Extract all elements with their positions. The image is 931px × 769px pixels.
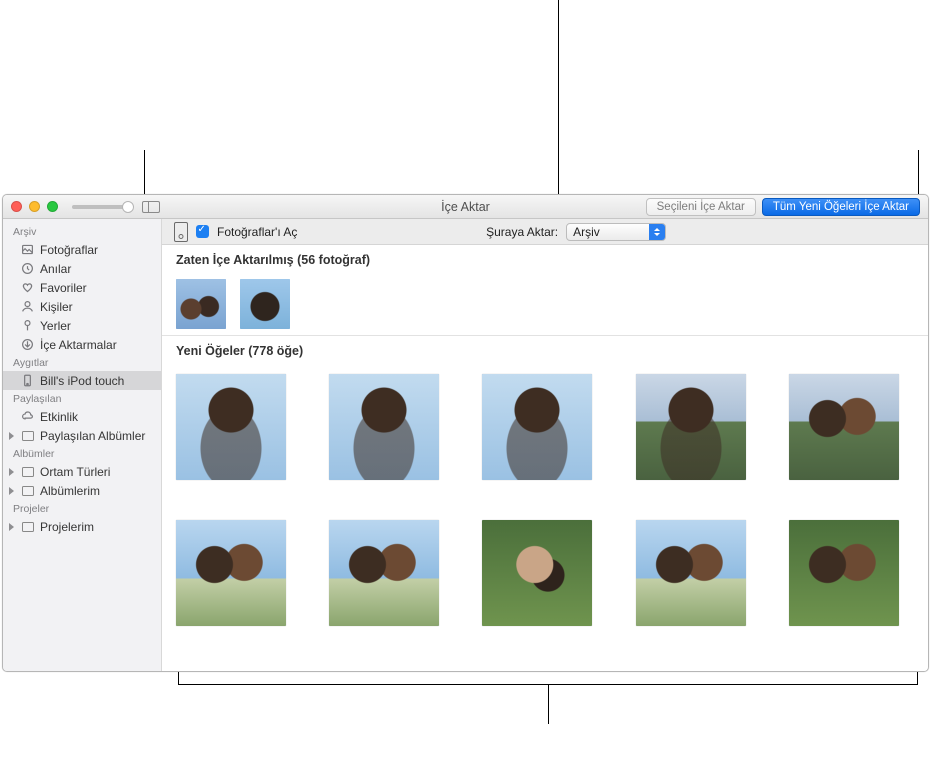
photos-icon [21, 243, 34, 256]
new-item-thumbnail[interactable] [329, 374, 439, 480]
sidebar-item-label: Paylaşılan Albümler [40, 429, 145, 443]
callout-line-bottom-c [548, 684, 549, 724]
album-rect-icon [22, 522, 34, 532]
import-destination-value: Arşiv [573, 225, 600, 239]
sidebar-item-favorites[interactable]: Favoriler [3, 278, 161, 297]
import-selected-button[interactable]: Seçileni İçe Aktar [646, 198, 756, 216]
main-content: Fotoğraflar'ı Aç Şuraya Aktar: Arşiv Zat… [162, 219, 928, 671]
sidebar-group-shared: Paylaşılan [3, 390, 161, 407]
import-to-label: Şuraya Aktar: [486, 225, 558, 239]
sidebar-item-photos[interactable]: Fotoğraflar [3, 240, 161, 259]
import-destination-select[interactable]: Arşiv [566, 223, 666, 241]
new-item-thumbnail[interactable] [329, 520, 439, 626]
sidebar-item-people[interactable]: Kişiler [3, 297, 161, 316]
sidebar-item-label: Anılar [40, 262, 71, 276]
sidebar-item-label: Fotoğraflar [40, 243, 98, 257]
sidebar-item-device[interactable]: Bill's iPod touch [3, 371, 161, 390]
sidebar-item-label: Albümlerim [40, 484, 100, 498]
import-selected-label: Seçileni İçe Aktar [657, 201, 745, 213]
new-item-thumbnail[interactable] [176, 520, 286, 626]
new-item-thumbnail[interactable] [482, 520, 592, 626]
album-rect-icon [22, 486, 34, 496]
sidebar-item-activity[interactable]: Etkinlik [3, 407, 161, 426]
disclosure-triangle-icon[interactable] [9, 432, 14, 440]
thumbnail-zoom-slider[interactable] [72, 205, 130, 209]
import-options-bar: Fotoğraflar'ı Aç Şuraya Aktar: Arşiv [162, 219, 928, 245]
already-imported-header: Zaten İçe Aktarılmış (56 fotoğraf) [162, 245, 928, 275]
new-item-thumbnail[interactable] [789, 520, 899, 626]
sidebar-item-label: Kişiler [40, 300, 73, 314]
new-item-thumbnail[interactable] [176, 374, 286, 480]
heart-icon [21, 281, 34, 294]
album-rect-icon [22, 467, 34, 477]
clock-icon [21, 262, 34, 275]
new-item-thumbnail[interactable] [789, 374, 899, 480]
import-all-new-label: Tüm Yeni Öğeleri İçe Aktar [773, 201, 909, 213]
sidebar: Arşiv Fotoğraflar Anılar Favoriler [3, 219, 162, 671]
imported-thumbnail[interactable] [176, 279, 226, 329]
zoom-window-button[interactable] [47, 201, 58, 212]
select-arrows-icon [649, 224, 665, 240]
window-controls [11, 201, 58, 212]
new-item-thumbnail[interactable] [636, 520, 746, 626]
sidebar-item-label: Favoriler [40, 281, 87, 295]
callout-line-center [558, 0, 559, 218]
video-badge-icon [178, 281, 190, 289]
sidebar-group-projects: Projeler [3, 500, 161, 517]
sidebar-item-imports[interactable]: İçe Aktarmalar [3, 335, 161, 354]
disclosure-triangle-icon[interactable] [9, 523, 14, 531]
new-items-grid [162, 366, 928, 640]
sidebar-item-memories[interactable]: Anılar [3, 259, 161, 278]
callout-line-bottom-r [917, 670, 918, 685]
sidebar-group-library: Arşiv [3, 223, 161, 240]
sidebar-item-label: Yerler [40, 319, 71, 333]
already-imported-thumbnails [162, 275, 928, 329]
disclosure-triangle-icon[interactable] [9, 487, 14, 495]
sidebar-item-places[interactable]: Yerler [3, 316, 161, 335]
pin-icon [21, 319, 34, 332]
sidebar-item-shared-albums[interactable]: Paylaşılan Albümler [3, 426, 161, 445]
sidebar-group-albums: Albümler [3, 445, 161, 462]
new-item-thumbnail[interactable] [636, 374, 746, 480]
device-icon [174, 222, 188, 242]
disclosure-triangle-icon[interactable] [9, 468, 14, 476]
sidebar-item-media-types[interactable]: Ortam Türleri [3, 462, 161, 481]
sidebar-item-label: Ortam Türleri [40, 465, 110, 479]
callout-line-right [918, 150, 919, 196]
sidebar-item-label: İçe Aktarmalar [40, 338, 117, 352]
album-rect-icon [22, 431, 34, 441]
person-icon [21, 300, 34, 313]
close-window-button[interactable] [11, 201, 22, 212]
sidebar-item-my-projects[interactable]: Projelerim [3, 517, 161, 536]
cloud-icon [21, 410, 34, 423]
import-all-new-button[interactable]: Tüm Yeni Öğeleri İçe Aktar [762, 198, 920, 216]
device-icon [21, 374, 34, 387]
minimize-window-button[interactable] [29, 201, 40, 212]
sidebar-group-devices: Aygıtlar [3, 354, 161, 371]
sidebar-item-label: Projelerim [40, 520, 94, 534]
sidebar-item-my-albums[interactable]: Albümlerim [3, 481, 161, 500]
callout-line-bottom-l [178, 670, 179, 685]
sidebar-toggle-icon[interactable] [142, 201, 160, 213]
new-items-header: Yeni Öğeler (778 öğe) [162, 336, 928, 366]
open-photos-checkbox[interactable] [196, 225, 209, 238]
slider-knob[interactable] [122, 201, 134, 213]
sidebar-item-label: Bill's iPod touch [40, 374, 124, 388]
photos-import-window: İçe Aktar Seçileni İçe Aktar Tüm Yeni Öğ… [2, 194, 929, 672]
titlebar: İçe Aktar Seçileni İçe Aktar Tüm Yeni Öğ… [3, 195, 928, 219]
imported-thumbnail[interactable] [240, 279, 290, 329]
download-icon [21, 338, 34, 351]
new-item-thumbnail[interactable] [482, 374, 592, 480]
sidebar-item-label: Etkinlik [40, 410, 78, 424]
open-photos-label: Fotoğraflar'ı Aç [217, 225, 297, 239]
